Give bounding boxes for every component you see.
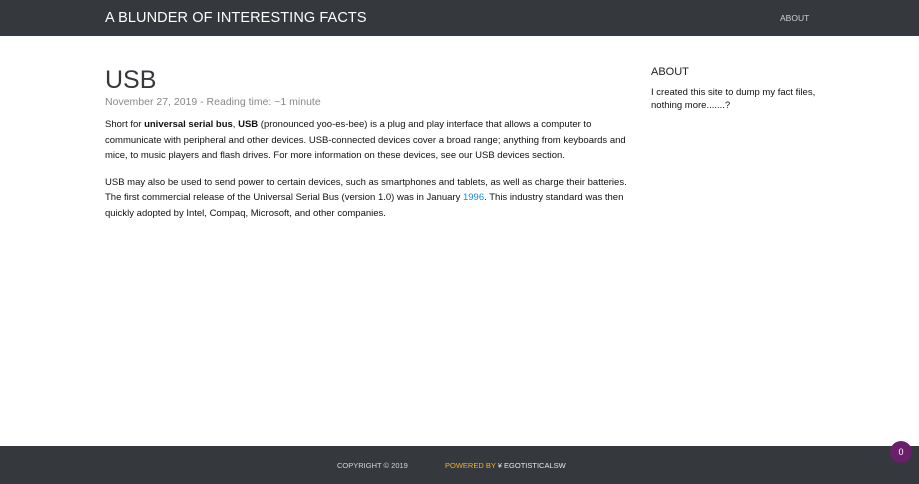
powered-by-label: POWERED BY: [445, 461, 498, 470]
p1-text-1: Short for: [105, 119, 145, 130]
footer-powered-by[interactable]: POWERED BY ¥ EGOTISTICALSW: [445, 461, 566, 470]
notification-count-badge[interactable]: 0: [890, 441, 912, 463]
footer: COPYRIGHT © 2019 POWERED BY ¥ EGOTISTICA…: [0, 446, 919, 484]
nav-about-link[interactable]: ABOUT: [780, 13, 809, 23]
footer-copyright: COPYRIGHT © 2019: [337, 461, 408, 470]
post-paragraph-2: USB may also be used to send power to ce…: [105, 175, 635, 222]
p1-bold-term-1: universal serial bus: [144, 119, 233, 130]
sidebar: ABOUT I created this site to dump my fac…: [651, 66, 821, 112]
sidebar-about-text: I created this site to dump my fact file…: [651, 87, 816, 111]
top-navbar: A BLUNDER OF INTERESTING FACTS ABOUT: [0, 0, 919, 36]
post-meta: November 27, 2019 - Reading time: ~1 min…: [105, 96, 321, 108]
sidebar-heading: ABOUT: [651, 66, 689, 78]
year-1996-link[interactable]: 1996: [463, 192, 484, 203]
site-title[interactable]: A BLUNDER OF INTERESTING FACTS: [105, 10, 367, 26]
post-article: USB November 27, 2019 - Reading time: ~1…: [105, 66, 635, 221]
post-title: USB: [105, 66, 157, 94]
p1-bold-term-2: USB: [238, 119, 259, 130]
post-paragraph-1: Short for universal serial bus, USB (pro…: [105, 117, 635, 164]
powered-by-name: EGOTISTICALSW: [501, 461, 566, 470]
